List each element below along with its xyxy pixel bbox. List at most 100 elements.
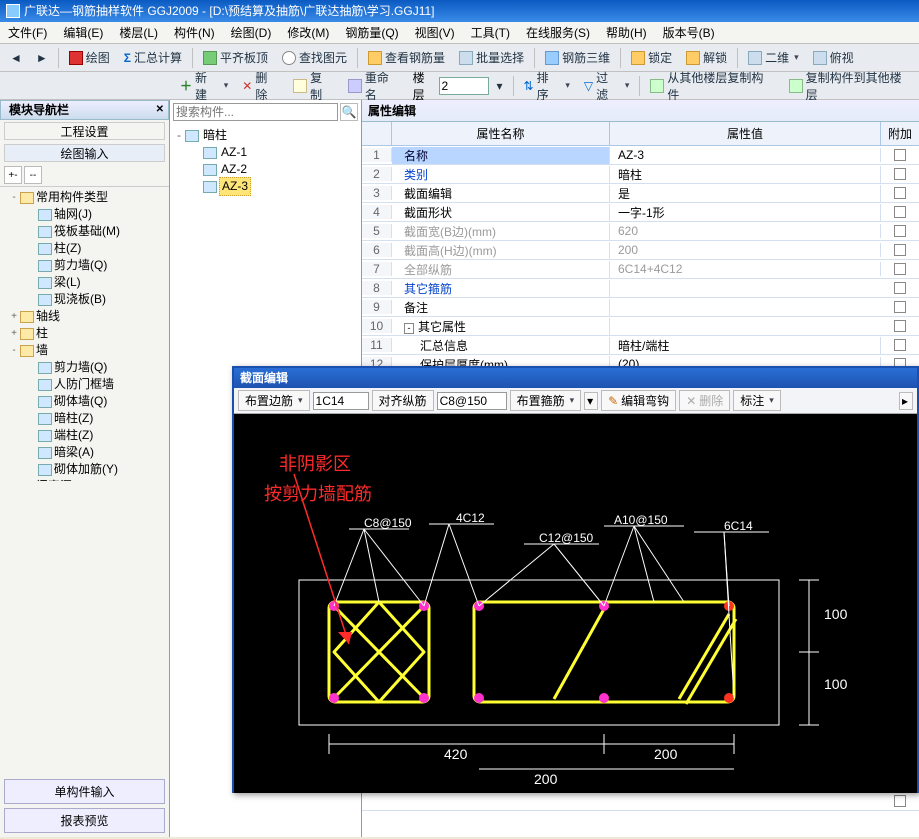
expand-all-button[interactable]: +-	[4, 166, 22, 184]
stirrup-dropdown[interactable]: ▾	[584, 392, 598, 410]
menu-tool[interactable]: 工具(T)	[463, 24, 518, 41]
floor-dropdown[interactable]: ▾	[491, 77, 509, 95]
nav-tab-project-settings[interactable]: 工程设置	[4, 122, 165, 140]
tree-node[interactable]: +轴线	[2, 308, 167, 325]
property-row[interactable]: 7全部纵筋6C14+4C12	[362, 260, 919, 279]
delete-button[interactable]: ✕删除	[679, 390, 730, 411]
tree-node[interactable]: 梁(L)	[2, 274, 167, 291]
extra-checkbox[interactable]	[894, 206, 906, 218]
menu-modify[interactable]: 修改(M)	[279, 24, 337, 41]
property-row[interactable]: 6截面高(H边)(mm)200	[362, 241, 919, 260]
property-value[interactable]: 暗柱/端柱	[610, 337, 881, 354]
floor-input[interactable]	[439, 77, 489, 95]
edit-hook-button[interactable]: ✎编辑弯钩	[601, 390, 676, 411]
extra-checkbox[interactable]	[894, 168, 906, 180]
component-root[interactable]: -暗柱	[173, 127, 358, 144]
search-button[interactable]: 🔍	[340, 103, 358, 121]
extra-checkbox[interactable]	[894, 225, 906, 237]
property-row[interactable]	[362, 792, 919, 811]
sort-button[interactable]: ⇅排序	[518, 67, 576, 105]
flat-top-button[interactable]: 平齐板顶	[197, 47, 274, 68]
2d-dropdown[interactable]: 二维	[742, 47, 805, 68]
lock-button[interactable]: 锁定	[625, 47, 678, 68]
menu-floor[interactable]: 楼层(L)	[111, 24, 166, 41]
tree-node[interactable]: 柱(Z)	[2, 240, 167, 257]
new-button[interactable]: ＋新建	[174, 67, 234, 105]
place-stirrup-button[interactable]: 布置箍筋	[510, 390, 582, 411]
tree-node[interactable]: 轴网(J)	[2, 206, 167, 223]
tree-node[interactable]: -常用构件类型	[2, 189, 167, 206]
property-value[interactable]: 是	[610, 185, 881, 202]
unlock-button[interactable]: 解锁	[680, 47, 733, 68]
align-rebar-button[interactable]: 对齐纵筋	[372, 390, 434, 411]
property-row[interactable]: 9备注	[362, 298, 919, 317]
tree-node[interactable]: 剪力墙(Q)	[2, 359, 167, 376]
search-input[interactable]	[173, 103, 338, 121]
menu-file[interactable]: 文件(F)	[0, 24, 55, 41]
menu-version[interactable]: 版本号(B)	[655, 24, 723, 41]
single-component-input-button[interactable]: 单构件输入	[4, 779, 165, 804]
extra-checkbox[interactable]	[894, 244, 906, 256]
tree-node[interactable]: 暗柱(Z)	[2, 410, 167, 427]
property-row[interactable]: 1名称AZ-3	[362, 146, 919, 165]
nav-back-button[interactable]: ◄	[4, 49, 28, 67]
extra-checkbox[interactable]	[894, 320, 906, 332]
component-item[interactable]: AZ-3	[173, 178, 358, 195]
collapse-all-button[interactable]: --	[24, 166, 42, 184]
tree-twisty[interactable]: -	[8, 189, 20, 206]
property-value[interactable]: 200	[610, 243, 881, 257]
component-item[interactable]: AZ-1	[173, 144, 358, 161]
extra-checkbox[interactable]	[894, 187, 906, 199]
nav-tab-draw-input[interactable]: 绘图输入	[4, 144, 165, 162]
tree-node[interactable]: 砌体加筋(Y)	[2, 461, 167, 478]
report-preview-button[interactable]: 报表预览	[4, 808, 165, 833]
place-edge-rebar-button[interactable]: 布置边筋	[238, 390, 310, 411]
property-value[interactable]: 620	[610, 224, 881, 238]
tree-node[interactable]: -墙	[2, 342, 167, 359]
rename-button[interactable]: 重命名	[342, 67, 407, 105]
tree-node[interactable]: 砌体墙(Q)	[2, 393, 167, 410]
property-row[interactable]: 2类别暗柱	[362, 165, 919, 184]
tree-node[interactable]: 人防门框墙	[2, 376, 167, 393]
find-elem-button[interactable]: 查找图元	[276, 47, 353, 68]
dialog-menu-button[interactable]: ▸	[899, 392, 913, 410]
tree-twisty[interactable]: +	[8, 325, 20, 342]
menu-component[interactable]: 构件(N)	[166, 24, 223, 41]
copy-to-floor-button[interactable]: 复制构件到其他楼层	[783, 67, 919, 105]
tree-node[interactable]: 筏板基础(M)	[2, 223, 167, 240]
menu-edit[interactable]: 编辑(E)	[55, 24, 111, 41]
filter-button[interactable]: ▽过滤	[578, 67, 636, 105]
align-rebar-input[interactable]	[437, 392, 507, 410]
dialog-title[interactable]: 截面编辑	[234, 368, 917, 388]
property-value[interactable]: 暗柱	[610, 166, 881, 183]
property-value[interactable]: AZ-3	[610, 148, 881, 162]
tree-node[interactable]: 现浇板(B)	[2, 291, 167, 308]
menu-view[interactable]: 视图(V)	[407, 24, 463, 41]
extra-checkbox[interactable]	[894, 282, 906, 294]
property-value[interactable]: 一字-1形	[610, 204, 881, 221]
tree-node[interactable]: 暗梁(A)	[2, 444, 167, 461]
section-canvas[interactable]: 非阴影区 按剪力墙配筋 C8@150 4C12 C12@150 A10@150 …	[234, 414, 917, 793]
batch-select-button[interactable]: 批量选择	[453, 47, 530, 68]
property-row[interactable]: 8其它箍筋	[362, 279, 919, 298]
tree-node[interactable]: 端柱(Z)	[2, 427, 167, 444]
edge-rebar-input[interactable]	[313, 392, 369, 410]
menu-help[interactable]: 帮助(H)	[598, 24, 655, 41]
extra-checkbox[interactable]	[894, 795, 906, 807]
tree-node[interactable]: 剪力墙(Q)	[2, 257, 167, 274]
extra-checkbox[interactable]	[894, 301, 906, 313]
tree-node[interactable]: +柱	[2, 325, 167, 342]
menu-draw[interactable]: 绘图(D)	[223, 24, 280, 41]
tree-twisty[interactable]: +	[8, 308, 20, 325]
tree-twisty[interactable]: -	[8, 342, 20, 359]
property-row[interactable]: 3截面编辑是	[362, 184, 919, 203]
property-row[interactable]: 10-其它属性	[362, 317, 919, 336]
annotate-button[interactable]: 标注	[733, 390, 781, 411]
tree-twisty[interactable]: -	[173, 127, 185, 144]
property-row[interactable]: 11汇总信息暗柱/端柱	[362, 336, 919, 355]
extra-checkbox[interactable]	[894, 149, 906, 161]
property-row[interactable]: 5截面宽(B边)(mm)620	[362, 222, 919, 241]
extra-checkbox[interactable]	[894, 339, 906, 351]
property-value[interactable]: 6C14+4C12	[610, 262, 881, 276]
copy-button[interactable]: 复制	[287, 67, 340, 105]
